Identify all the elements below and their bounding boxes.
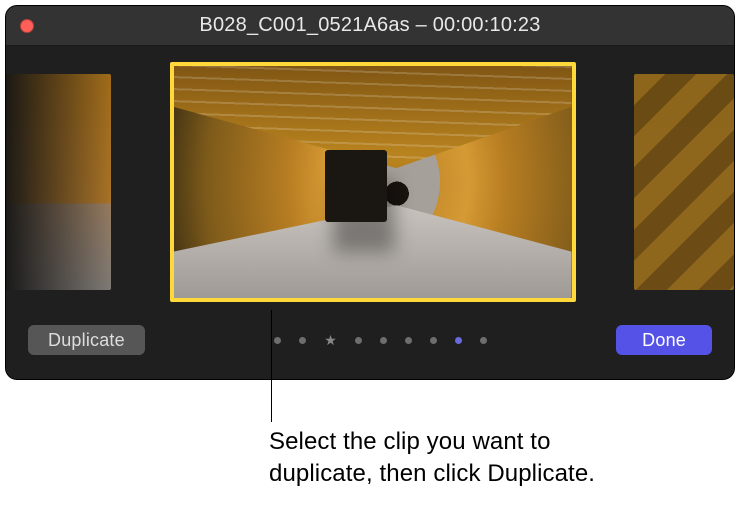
callout: Select the clip you want to duplicate, t… <box>271 310 272 422</box>
clip-pager: ★ <box>274 333 487 347</box>
callout-leader-line <box>271 310 272 422</box>
pager-dot[interactable] <box>455 337 462 344</box>
titlebar: B028_C001_0521A6as – 00:00:10:23 <box>6 6 734 46</box>
callout-line-1: Select the clip you want to <box>269 428 551 455</box>
callout-text: Select the clip you want to duplicate, t… <box>269 426 595 489</box>
pager-favorite-icon[interactable]: ★ <box>324 333 337 347</box>
duplicate-button[interactable]: Duplicate <box>28 325 145 355</box>
content-area: Duplicate ★ Done <box>6 46 734 379</box>
callout-line-2: duplicate, then click Duplicate. <box>269 460 595 487</box>
clip-thumb-selected[interactable] <box>170 62 576 302</box>
audition-window: B028_C001_0521A6as – 00:00:10:23 Duplica… <box>5 5 735 380</box>
done-button[interactable]: Done <box>616 325 712 355</box>
pager-dot[interactable] <box>430 337 437 344</box>
close-button[interactable] <box>20 19 34 33</box>
clip-filmstrip <box>6 61 734 303</box>
pager-dot[interactable] <box>380 337 387 344</box>
pager-dot[interactable] <box>274 337 281 344</box>
controls-bar: Duplicate ★ Done <box>6 303 734 359</box>
clip-thumb-prev[interactable] <box>6 74 111 290</box>
pager-dot[interactable] <box>355 337 362 344</box>
pager-dot[interactable] <box>480 337 487 344</box>
clip-thumb-next[interactable] <box>634 74 734 290</box>
pager-dot[interactable] <box>405 337 412 344</box>
window-title: B028_C001_0521A6as – 00:00:10:23 <box>199 14 540 37</box>
pager-dot[interactable] <box>299 337 306 344</box>
